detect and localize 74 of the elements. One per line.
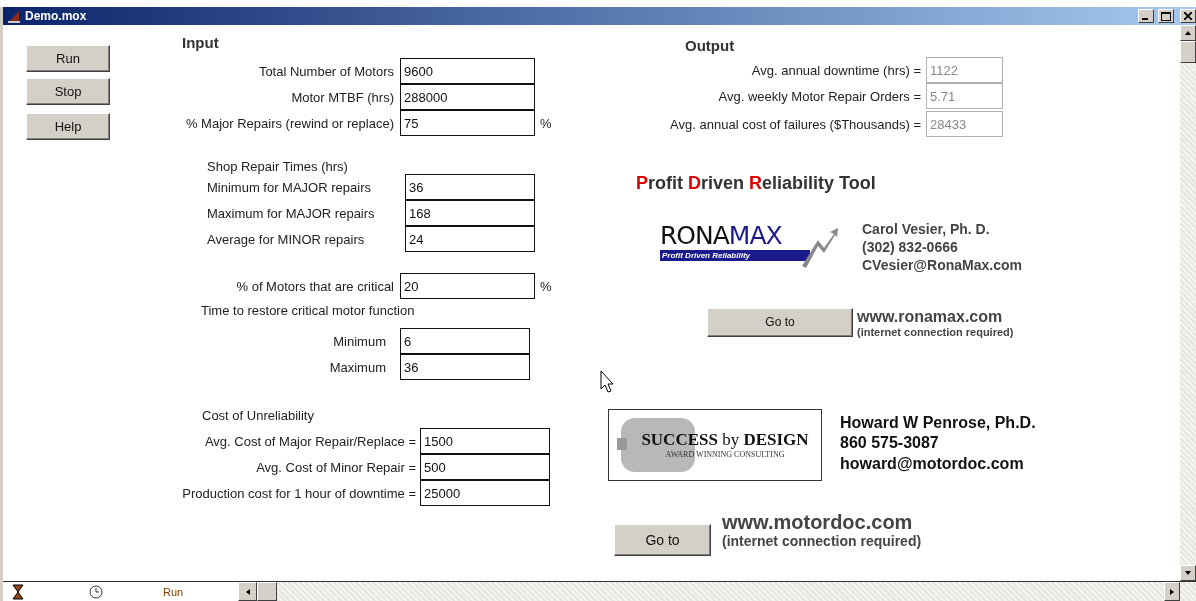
command-button[interactable]: Stop xyxy=(26,78,110,105)
input-field[interactable]: 24 xyxy=(405,226,535,252)
unit-label: % xyxy=(540,115,552,131)
field-label: Avg. Cost of Minor Repair = xyxy=(255,459,416,475)
field-label: Avg. annual downtime (hrs) = xyxy=(750,62,921,78)
input-field[interactable]: 25000 xyxy=(420,480,550,506)
mouse-pointer-icon xyxy=(600,370,614,394)
status-text: Run xyxy=(163,585,185,598)
command-button[interactable]: Run xyxy=(26,45,110,72)
input-field[interactable]: 9600 xyxy=(400,58,535,84)
unit-label: % xyxy=(540,278,552,294)
scroll-down-button[interactable] xyxy=(1180,565,1196,581)
contact-text: (302) 832-0666 xyxy=(862,238,959,257)
field-label: Motor MTBF (hrs) xyxy=(290,89,394,105)
field-label: Avg. weekly Motor Repair Orders = xyxy=(717,88,921,104)
input-field[interactable]: 75 xyxy=(400,110,535,136)
input-field[interactable]: 500 xyxy=(420,454,550,480)
input-field[interactable]: 20 xyxy=(400,273,535,299)
go-to-button[interactable]: Go to xyxy=(614,523,711,556)
contact-text: Carol Vesier, Ph. D. xyxy=(862,220,991,239)
input-field[interactable]: 6 xyxy=(400,328,530,354)
input-field[interactable]: 288000 xyxy=(400,84,535,110)
field-label: Minimum xyxy=(332,333,386,349)
logo-tagline: Profit Driven Reliability xyxy=(660,250,810,261)
input-field[interactable]: 168 xyxy=(405,200,535,226)
website-url: www.motordoc.com xyxy=(722,510,914,533)
logo-wordmark: SUCCESS by DESIGN xyxy=(641,430,809,451)
field-label: Avg. annual cost of failures ($Thousands) = xyxy=(669,116,921,132)
section-heading: Output xyxy=(685,37,736,56)
maximize-button[interactable] xyxy=(1158,9,1174,23)
field-label: Maximum for MAJOR repairs xyxy=(206,205,376,221)
maximize-icon xyxy=(1161,11,1171,21)
logo-tagline: AWARD WINNING CONSULTING xyxy=(665,450,785,460)
go-to-button[interactable]: Go to xyxy=(707,307,853,337)
input-field[interactable]: 36 xyxy=(400,354,530,380)
tool-title: Profit Driven Reliability Tool xyxy=(636,173,877,194)
minimize-button[interactable] xyxy=(1138,9,1154,23)
horizontal-scrollbar[interactable] xyxy=(238,582,1196,601)
field-label: Minimum for MAJOR repairs xyxy=(206,179,372,195)
scroll-up-button[interactable] xyxy=(1180,25,1196,41)
input-field[interactable]: 36 xyxy=(405,174,535,200)
hourglass-icon xyxy=(12,583,24,600)
field-label: Average for MINOR repairs xyxy=(206,231,366,247)
connection-note: (internet connection required) xyxy=(722,532,922,549)
group-title: Cost of Unreliability xyxy=(202,408,315,423)
group-title: Time to restore critical motor function xyxy=(201,303,416,318)
contact-text: Howard W Penrose, Ph.D. xyxy=(840,412,1036,433)
field-label: Avg. Cost of Major Repair/Replace = xyxy=(203,433,416,449)
group-title: Shop Repair Times (hrs) xyxy=(207,159,349,174)
logo-wordmark: MAX xyxy=(728,222,782,250)
scroll-right-button[interactable] xyxy=(1164,582,1180,601)
field-label: Production cost for 1 hour of downtime = xyxy=(181,485,416,501)
contact-text: 860 575-3087 xyxy=(840,433,940,454)
scroll-thumb[interactable] xyxy=(257,582,277,601)
close-button[interactable] xyxy=(1180,9,1196,23)
scroll-left-button[interactable] xyxy=(238,582,257,601)
app-icon xyxy=(7,9,21,23)
contact-text: howard@motordoc.com xyxy=(840,454,1025,475)
command-button[interactable]: Help xyxy=(26,113,110,140)
rising-arrow-icon xyxy=(800,226,840,268)
website-url: www.ronamax.com xyxy=(857,307,1004,326)
section-heading: Input xyxy=(182,34,220,53)
window-title: Demo.mox xyxy=(25,9,88,23)
vertical-scrollbar[interactable] xyxy=(1180,25,1196,581)
scroll-thumb[interactable] xyxy=(1180,41,1196,63)
contact-text: CVesier@RonaMax.com xyxy=(862,256,1022,275)
input-field[interactable]: 1500 xyxy=(420,428,550,454)
logo-wordmark: RONA xyxy=(660,222,729,250)
connection-note: (internet connection required) xyxy=(857,325,1014,338)
field-label: Maximum xyxy=(328,359,386,375)
field-label: % Major Repairs (rewind or replace) xyxy=(184,115,394,131)
field-label: % of Motors that are critical xyxy=(235,278,394,294)
field-label: Total Number of Motors xyxy=(257,63,394,79)
close-icon xyxy=(1184,12,1192,20)
